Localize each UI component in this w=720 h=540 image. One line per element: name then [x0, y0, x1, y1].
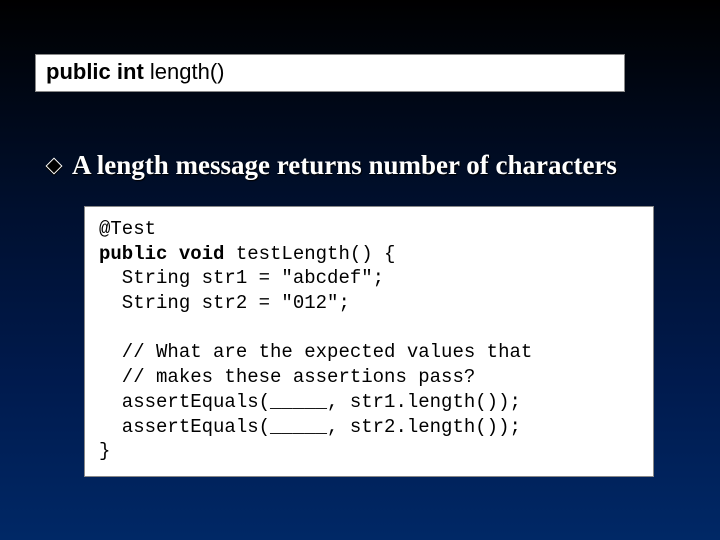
code-line-signature: testLength() {	[224, 243, 395, 265]
code-line-modifiers: public void	[99, 243, 224, 265]
code-comment-line: // What are the expected values that	[99, 341, 532, 363]
code-comment-line: // makes these assertions pass?	[99, 366, 475, 388]
code-line: assertEquals(_____, str1.length());	[99, 391, 521, 413]
code-line: assertEquals(_____, str2.length());	[99, 416, 521, 438]
diamond-bullet-icon	[46, 157, 63, 174]
method-modifiers: public int	[46, 59, 144, 84]
method-signature-box: public int length()	[35, 54, 625, 92]
code-line-annotation: @Test	[99, 218, 156, 240]
code-line: String str2 = "012";	[99, 292, 350, 314]
code-line: String str1 = "abcdef";	[99, 267, 384, 289]
code-line: }	[99, 440, 110, 462]
method-name: length()	[150, 59, 225, 84]
bullet-row: A length message returns number of chara…	[48, 150, 617, 181]
code-block: @Test public void testLength() { String …	[84, 206, 654, 477]
bullet-text: A length message returns number of chara…	[72, 150, 617, 181]
method-signature: public int length()	[46, 59, 224, 84]
